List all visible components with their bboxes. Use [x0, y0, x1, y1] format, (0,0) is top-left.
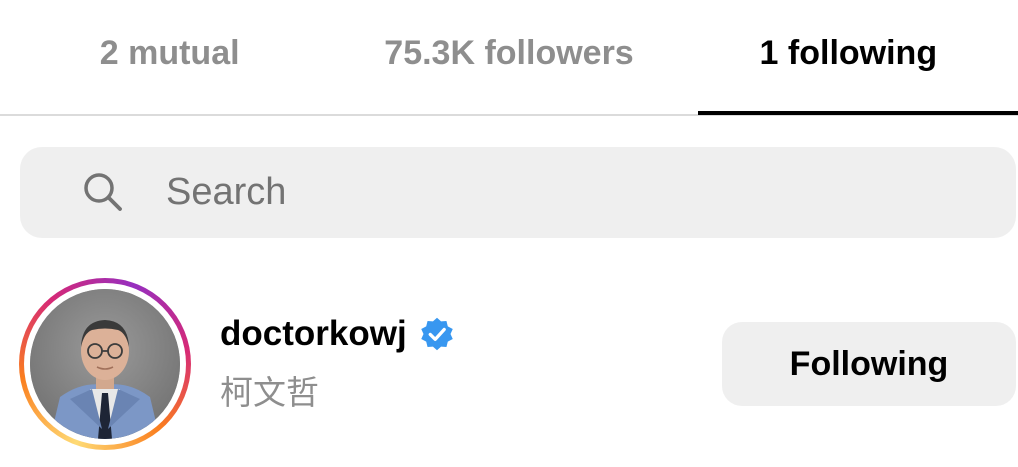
avatar[interactable] — [30, 289, 180, 439]
search-bar[interactable] — [20, 147, 1016, 238]
search-icon — [84, 173, 122, 211]
tab-following-label: 1 following — [759, 33, 938, 72]
profile-tabs: 2 mutual 75.3K followers 1 following — [0, 0, 1018, 116]
avatar-photo — [30, 289, 180, 439]
list-item[interactable]: doctorkowj 柯文哲 Following — [0, 270, 1018, 467]
tab-mutual-label: 2 mutual — [99, 33, 240, 72]
search-input[interactable] — [166, 147, 986, 238]
tab-following[interactable]: 1 following — [679, 0, 1018, 106]
tab-mutual[interactable]: 2 mutual — [0, 0, 339, 106]
tab-followers[interactable]: 75.3K followers — [339, 0, 678, 106]
tab-followers-label: 75.3K followers — [384, 33, 634, 72]
following-button[interactable]: Following — [722, 322, 1016, 406]
story-ring[interactable] — [19, 278, 191, 450]
verified-badge-icon — [420, 317, 453, 351]
username-line[interactable]: doctorkowj — [220, 310, 455, 358]
active-tab-indicator — [698, 111, 1018, 115]
full-name: 柯文哲 — [220, 373, 319, 412]
username[interactable]: doctorkowj — [220, 314, 407, 354]
